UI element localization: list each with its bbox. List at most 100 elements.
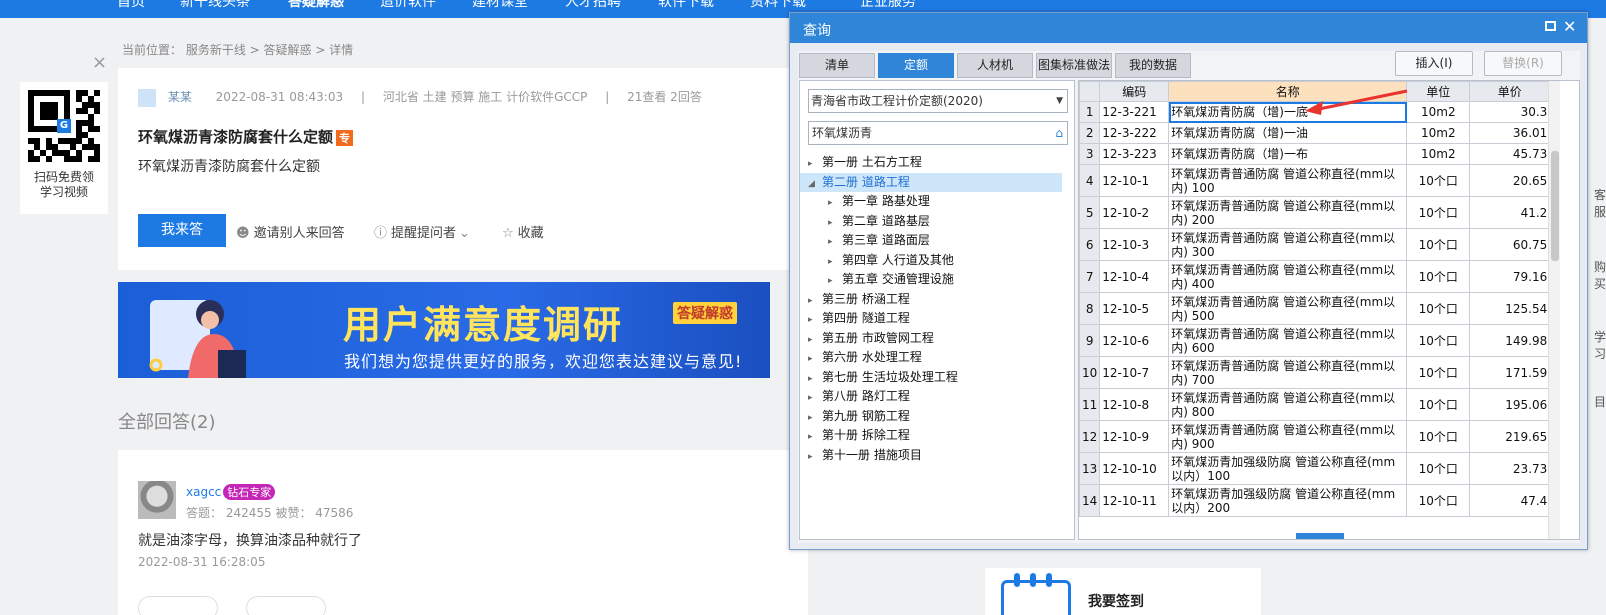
tree-node[interactable]: ▸ 第二章 道路基层 [800, 212, 1062, 231]
cell-code[interactable]: 12-3-223 [1099, 143, 1170, 165]
cell-unit[interactable]: 10个口 [1406, 292, 1471, 325]
cell-unit[interactable]: 10个口 [1406, 260, 1471, 293]
cell-code[interactable]: 12-10-7 [1099, 356, 1170, 389]
close-icon[interactable]: ✕ [1563, 17, 1576, 36]
collapsed-icon[interactable]: ▸ [828, 214, 842, 233]
tree-node[interactable]: ▸ 第七册 生活垃圾处理工程 [800, 368, 1062, 387]
row-number[interactable]: 7 [1079, 260, 1101, 293]
tree-node[interactable]: ▸ 第五册 市政管网工程 [800, 329, 1062, 348]
grid-scrollbar[interactable] [1548, 81, 1560, 539]
like-button[interactable] [138, 596, 218, 615]
cell-name[interactable]: 环氧煤沥青普通防腐 管道公称直径(mm以内) 900 [1168, 420, 1408, 453]
cell-price[interactable]: 219.65 [1469, 420, 1551, 453]
row-number[interactable]: 5 [1079, 196, 1101, 229]
replace-button[interactable]: 替换(R) [1484, 51, 1562, 76]
quota-search-input[interactable]: 环氧煤沥青 ⌂ [808, 121, 1068, 145]
side-buy[interactable]: 购买 [1594, 258, 1606, 292]
cell-code[interactable]: 12-10-3 [1099, 228, 1170, 261]
tree-node[interactable]: ▸ 第一册 土石方工程 [800, 153, 1062, 172]
sign-in-card[interactable]: 我要签到 [985, 568, 1261, 615]
table-row[interactable]: 6 12-10-3 环氧煤沥青普通防腐 管道公称直径(mm以内) 300 10个口 60… [1079, 228, 1551, 261]
collapsed-icon[interactable]: ▸ [808, 350, 822, 369]
tree-node[interactable]: ▸ 第三册 桥涵工程 [800, 290, 1062, 309]
row-number[interactable]: 6 [1079, 228, 1101, 261]
nav-item-jobs[interactable]: 人才招聘 [565, 0, 621, 11]
cell-code[interactable]: 12-10-6 [1099, 324, 1170, 357]
row-number[interactable]: 12 [1079, 420, 1101, 453]
collapsed-icon[interactable]: ▸ [808, 409, 822, 428]
side-service[interactable]: 客服 [1594, 186, 1606, 220]
cell-unit[interactable]: 10个口 [1406, 164, 1471, 197]
nav-item-enterprise[interactable]: 企业服务 [860, 0, 916, 11]
table-row[interactable]: 5 12-10-2 环氧煤沥青普通防腐 管道公称直径(mm以内) 200 10个口 41… [1079, 196, 1551, 229]
nav-item-headlines[interactable]: 新干线头条 [180, 0, 250, 11]
collapsed-icon[interactable]: ▸ [808, 370, 822, 389]
invite-button[interactable]: ☻ 邀请别人来回答 [236, 222, 345, 241]
tree-node[interactable]: ▸ 第一章 路基处理 [800, 192, 1062, 211]
nav-item-downloads[interactable]: 软件下载 [658, 0, 714, 11]
collapsed-icon[interactable]: ▸ [808, 292, 822, 311]
favorite-button[interactable]: ☆ 收藏 [502, 222, 544, 241]
cell-code[interactable]: 12-10-1 [1099, 164, 1170, 197]
cell-code[interactable]: 12-10-11 [1099, 484, 1170, 517]
insert-button[interactable]: 插入(I) [1395, 51, 1473, 76]
cell-unit[interactable]: 10m2 [1406, 122, 1471, 144]
table-row[interactable]: 13 12-10-10 环氧煤沥青加强级防腐 管道公称直径(mm以内）100 10个口… [1079, 452, 1551, 485]
tree-node[interactable]: ▸ 第五章 交通管理设施 [800, 270, 1062, 289]
cell-unit[interactable]: 10个口 [1406, 484, 1471, 517]
row-number[interactable]: 2 [1079, 122, 1101, 144]
nav-item-home[interactable]: 首页 [117, 0, 145, 11]
cell-unit[interactable]: 10个口 [1406, 196, 1471, 229]
cell-code[interactable]: 12-3-221 [1099, 101, 1170, 123]
question-author[interactable]: 某某 [168, 90, 192, 104]
tree-node[interactable]: ▸ 第八册 路灯工程 [800, 387, 1062, 406]
cell-code[interactable]: 12-10-4 [1099, 260, 1170, 293]
cell-price[interactable]: 60.75 [1469, 228, 1551, 261]
row-number[interactable]: 11 [1079, 388, 1101, 421]
cell-code[interactable]: 12-10-2 [1099, 196, 1170, 229]
cell-price[interactable]: 125.54 [1469, 292, 1551, 325]
dialog-titlebar[interactable]: 查询 ✕ [790, 13, 1587, 43]
tree-node[interactable]: ▸ 第六册 水处理工程 [800, 348, 1062, 367]
tab-quota[interactable]: 定额 [878, 53, 954, 78]
scrollbar-thumb[interactable] [1551, 151, 1559, 261]
cell-name[interactable]: 环氧煤沥青普通防腐 管道公称直径(mm以内) 200 [1168, 196, 1408, 229]
search-icon[interactable]: ⌂ [1055, 122, 1063, 144]
row-number[interactable]: 1 [1079, 101, 1101, 123]
side-more[interactable]: 目 [1594, 393, 1606, 410]
side-learn[interactable]: 学习 [1594, 328, 1606, 362]
tab-my-data[interactable]: 我的数据 [1115, 53, 1191, 78]
answerer-name[interactable]: xagcc [186, 485, 221, 499]
header-unit[interactable]: 单位 [1406, 81, 1471, 102]
remind-button[interactable]: ⓘ 提醒提问者 ⌄ [374, 222, 474, 241]
cell-price[interactable]: 47.4 [1469, 484, 1551, 517]
collapsed-icon[interactable]: ▸ [808, 428, 822, 447]
table-row[interactable]: 11 12-10-8 环氧煤沥青普通防腐 管道公称直径(mm以内) 800 10个口 1… [1079, 388, 1551, 421]
cell-price[interactable]: 171.59 [1469, 356, 1551, 389]
answer-button[interactable]: 我来答 [138, 214, 226, 247]
cell-price[interactable]: 30.3 [1469, 101, 1551, 123]
cell-price[interactable]: 41.2 [1469, 196, 1551, 229]
cell-price[interactable]: 20.65 [1469, 164, 1551, 197]
cell-name[interactable]: 环氧煤沥青防腐（增)一油 [1168, 122, 1408, 144]
collapsed-icon[interactable]: ▸ [808, 311, 822, 330]
cell-price[interactable]: 149.98 [1469, 324, 1551, 357]
collapsed-icon[interactable]: ▸ [808, 448, 822, 467]
cell-price[interactable]: 79.16 [1469, 260, 1551, 293]
cell-code[interactable]: 12-10-5 [1099, 292, 1170, 325]
tree-node[interactable]: ◢ 第二册 道路工程 [800, 172, 1062, 192]
collapsed-icon[interactable]: ▸ [808, 389, 822, 408]
cell-unit[interactable]: 10m2 [1406, 143, 1471, 165]
table-row[interactable]: 10 12-10-7 环氧煤沥青普通防腐 管道公称直径(mm以内) 700 10个口 1… [1079, 356, 1551, 389]
row-number[interactable]: 9 [1079, 324, 1101, 357]
nav-item-resources[interactable]: 资料下载 [750, 0, 806, 11]
cell-unit[interactable]: 10个口 [1406, 356, 1471, 389]
grid-splitter[interactable] [1296, 533, 1344, 539]
cell-name[interactable]: 环氧煤沥青普通防腐 管道公称直径(mm以内) 500 [1168, 292, 1408, 325]
cell-price[interactable]: 45.73 [1469, 143, 1551, 165]
cell-unit[interactable]: 10个口 [1406, 452, 1471, 485]
table-row[interactable]: 12 12-10-9 环氧煤沥青普通防腐 管道公称直径(mm以内) 900 10个口 2… [1079, 420, 1551, 453]
tree-node[interactable]: ▸ 第十册 拆除工程 [800, 426, 1062, 445]
table-row[interactable]: 3 12-3-223 环氧煤沥青防腐（增)一布 10m2 45.73 [1079, 143, 1551, 165]
cell-unit[interactable]: 10个口 [1406, 324, 1471, 357]
